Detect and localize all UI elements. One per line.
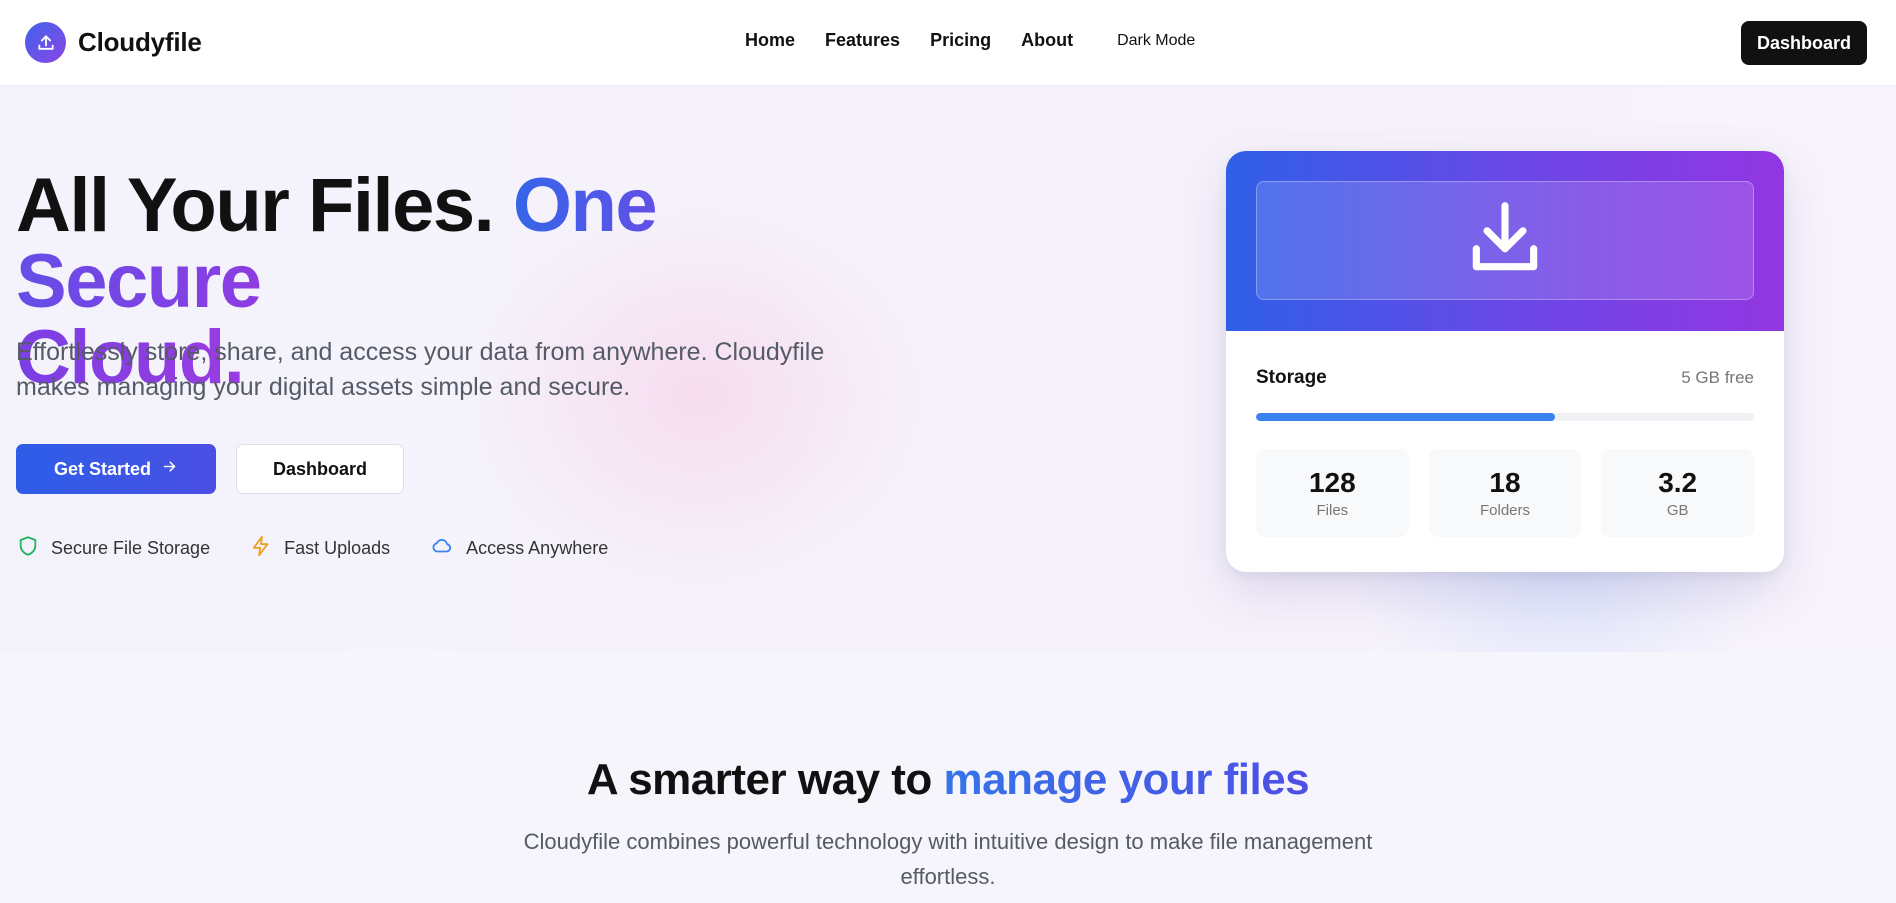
nav-link-about[interactable]: About: [1021, 30, 1073, 51]
feature-item: Fast Uploads: [250, 534, 390, 563]
get-started-label: Get Started: [53, 458, 152, 479]
upload-icon: [25, 22, 66, 63]
stat-label: Files: [1316, 502, 1349, 519]
nav-link-home[interactable]: Home: [745, 30, 795, 51]
shield-icon: [17, 534, 39, 563]
nav-link-pricing[interactable]: Pricing: [930, 30, 991, 51]
feature-list: Secure File Storage Fast Uploads Access …: [17, 534, 608, 563]
nav-link-features[interactable]: Features: [825, 30, 900, 51]
lightning-icon: [250, 534, 272, 563]
arrow-right-icon: [161, 458, 178, 480]
feature-label: Access Anywhere: [466, 538, 609, 558]
stat-label: GB: [1666, 502, 1689, 519]
feature-label: Fast Uploads: [284, 538, 391, 558]
stat-value: 3.2: [1658, 467, 1698, 498]
storage-progress-fill: [1256, 413, 1555, 421]
feature-item: Secure File Storage: [17, 534, 210, 563]
upload-dropzone[interactable]: [1256, 181, 1754, 300]
get-started-button[interactable]: Get Started: [16, 444, 216, 494]
top-navbar: Cloudyfile Home Features Pricing About D…: [0, 0, 1896, 86]
dark-mode-toggle[interactable]: Dark Mode: [1117, 32, 1195, 50]
storage-title: Storage: [1256, 367, 1327, 388]
hero-section: All Your Files. One Secure Cloud. Effort…: [0, 86, 1896, 652]
download-icon: [1462, 195, 1548, 286]
stat-size: 3.2 GB: [1601, 449, 1755, 537]
features-intro-section: A smarter way to manage your files Cloud…: [0, 652, 1896, 903]
feature-label: Secure File Storage: [51, 538, 211, 558]
nav-dashboard-button[interactable]: Dashboard: [1741, 21, 1867, 65]
section-title-plain: A smarter way to: [586, 755, 944, 804]
brand-logo[interactable]: Cloudyfile: [25, 22, 202, 63]
stat-files: 128 Files: [1256, 449, 1409, 537]
nav-links: Home Features Pricing About Dark Mode: [745, 30, 1195, 51]
section-title: A smarter way to manage your files: [0, 755, 1896, 805]
storage-stats: 128 Files 18 Folders 3.2 GB: [1256, 449, 1755, 537]
feature-item: Access Anywhere: [430, 535, 608, 562]
card-header: [1226, 151, 1784, 331]
hero-subtext: Effortlessly store, share, and access yo…: [16, 338, 825, 401]
stat-value: 18: [1489, 467, 1521, 498]
section-subtitle: Cloudyfile combines powerful technology …: [523, 829, 1373, 889]
section-title-accent: manage your files: [943, 755, 1310, 804]
stat-value: 128: [1308, 467, 1356, 498]
storage-progress-bar: [1256, 413, 1754, 421]
hero-dashboard-button[interactable]: Dashboard: [236, 444, 404, 494]
cloud-icon: [430, 535, 454, 562]
stat-label: Folders: [1479, 502, 1531, 519]
storage-row: Storage 5 GB free: [1256, 367, 1754, 389]
headline-plain: All Your Files.: [16, 163, 513, 248]
brand-name: Cloudyfile: [78, 27, 202, 57]
storage-card: Storage 5 GB free 128 Files 18 Folders 3…: [1226, 151, 1784, 572]
stat-folders: 18 Folders: [1428, 449, 1582, 537]
storage-free: 5 GB free: [1681, 368, 1754, 387]
